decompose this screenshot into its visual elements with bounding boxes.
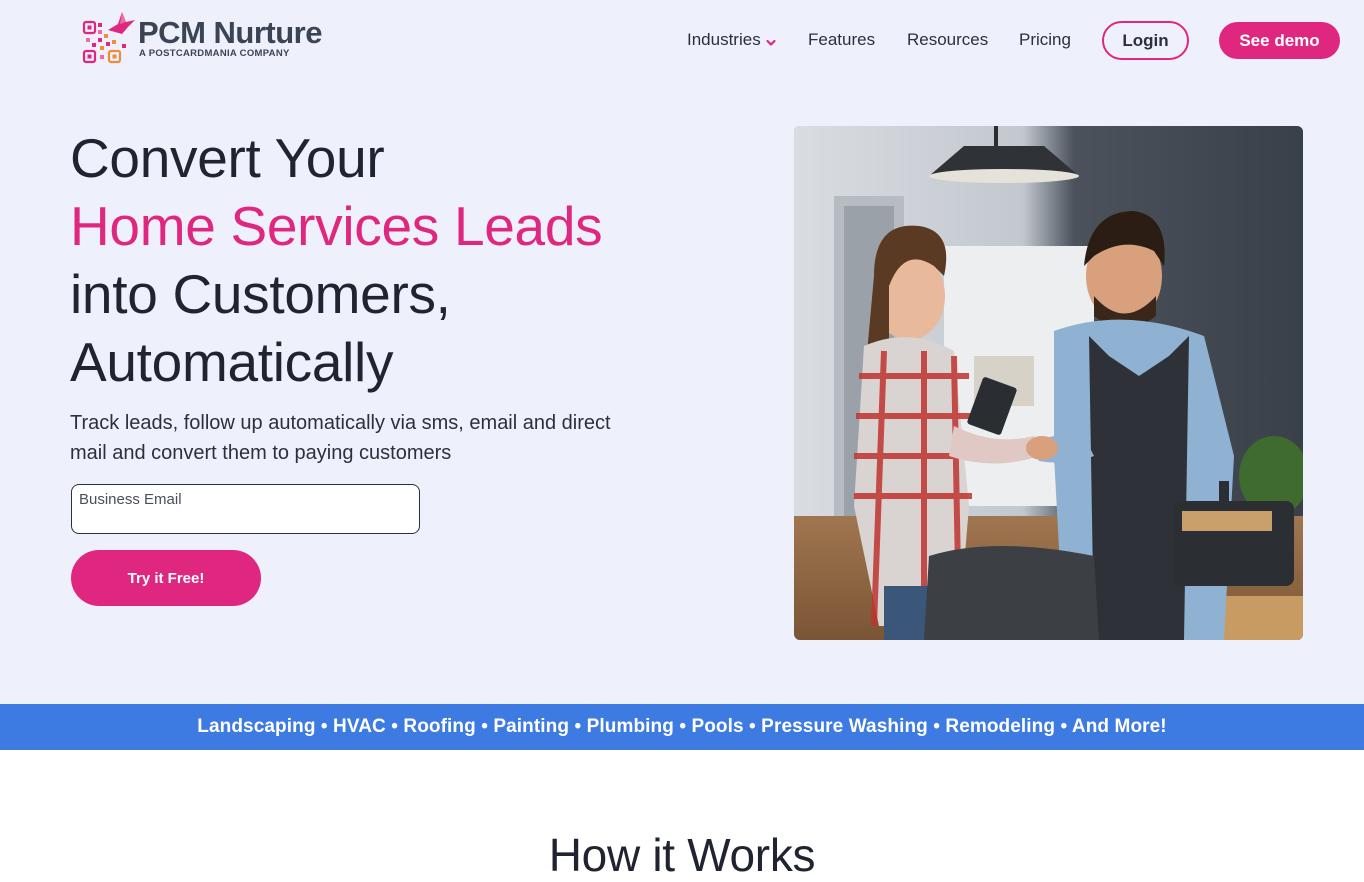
nav-pricing[interactable]: Pricing xyxy=(1019,30,1071,50)
business-email-label: Business Email xyxy=(79,491,182,508)
hero-headline: Convert Your Home Services Leads into Cu… xyxy=(70,124,710,396)
industries-band: Landscaping • HVAC • Roofing • Painting … xyxy=(0,704,1364,750)
how-it-works-title: How it Works xyxy=(548,829,816,881)
headline-line-1: Convert Your xyxy=(70,127,385,189)
business-email-field[interactable]: Business Email xyxy=(71,484,420,534)
business-email-input[interactable] xyxy=(79,509,409,529)
headline-line-4: Automatically xyxy=(70,331,394,393)
qr-code-hummingbird-icon xyxy=(82,10,136,66)
brand-logo[interactable]: PCM Nurture A POSTCARDMANIA COMPANY xyxy=(82,10,322,66)
industries-list: Landscaping • HVAC • Roofing • Painting … xyxy=(197,716,1167,737)
login-button[interactable]: Login xyxy=(1102,21,1189,60)
brand-name: PCM Nurture xyxy=(138,15,322,50)
nav-industries[interactable]: Industries xyxy=(687,30,777,50)
chevron-down-icon xyxy=(765,34,777,46)
nav-resources[interactable]: Resources xyxy=(907,30,988,50)
headline-line-3: into Customers, xyxy=(70,263,451,325)
see-demo-button[interactable]: See demo xyxy=(1219,22,1340,59)
try-free-button[interactable]: Try it Free! xyxy=(71,550,261,606)
nav-features[interactable]: Features xyxy=(808,30,875,50)
nav-industries-label: Industries xyxy=(687,30,761,49)
brand-tagline: A POSTCARDMANIA COMPANY xyxy=(139,48,290,59)
headline-accent: Home Services Leads xyxy=(70,195,603,257)
technician-handshake-photo xyxy=(794,126,1303,640)
hero-subtext: Track leads, follow up automatically via… xyxy=(70,412,611,464)
